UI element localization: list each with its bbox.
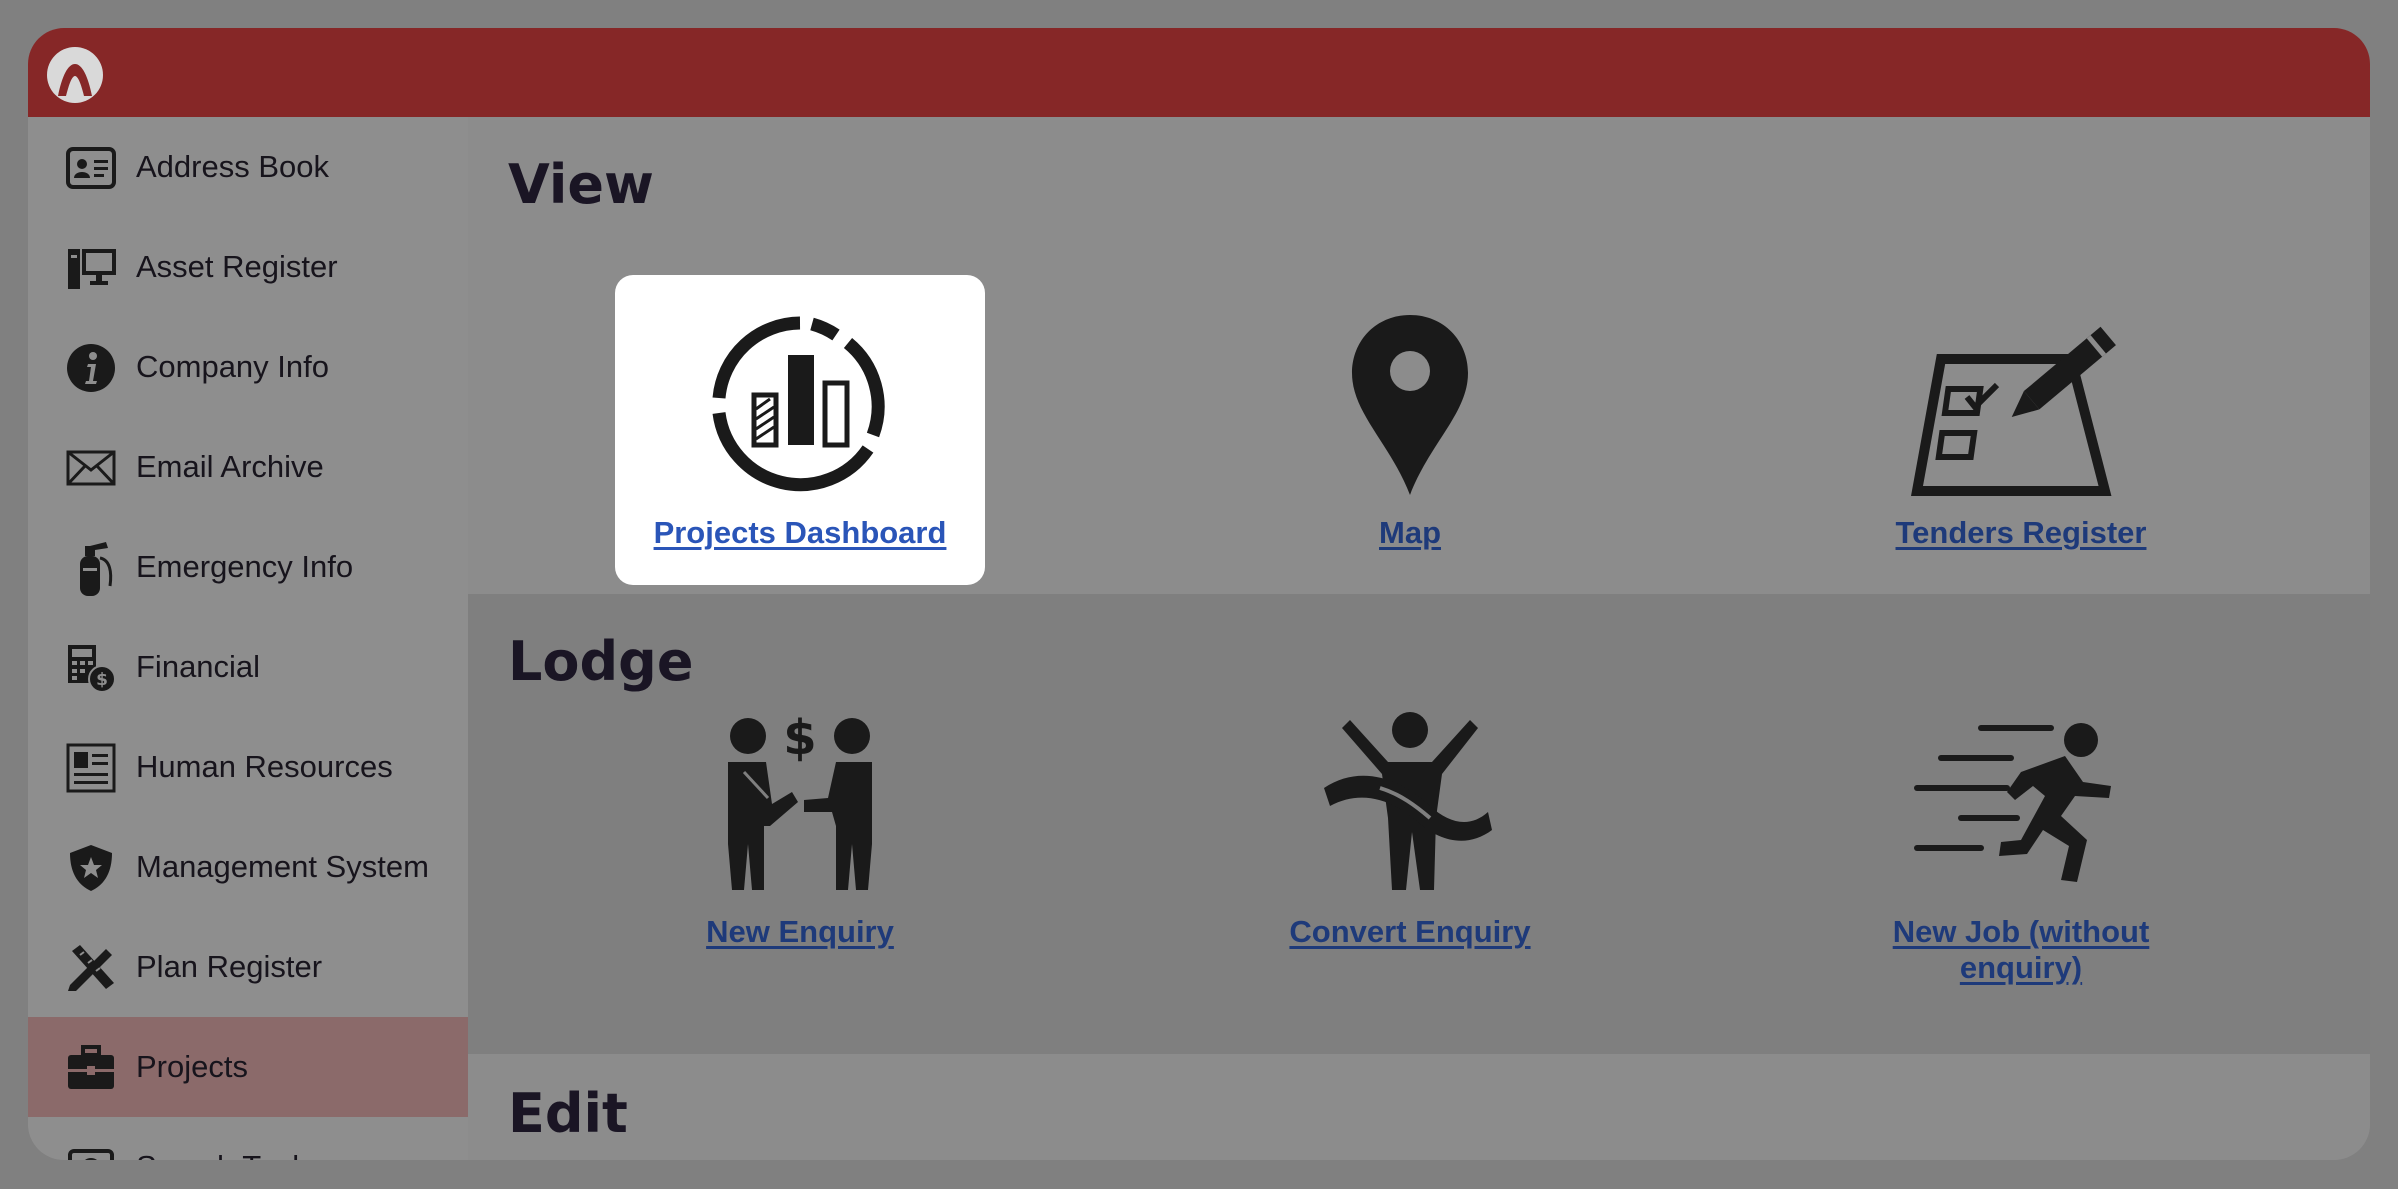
app-logo-icon[interactable] [46,46,104,104]
main-content: View Projects Dashboard Map Tenders Regi… [468,117,2370,1160]
sidebar-item-address-book[interactable]: Address Book [28,117,468,217]
new-enquiry-link[interactable]: New Enquiry [615,914,985,950]
dashboard-chart-icon [712,316,885,492]
sidebar-item-label: Asset Register [136,249,338,284]
calculator-dollar-icon: $ [66,643,116,693]
section-title-edit: Edit [508,1082,628,1145]
fire-extinguisher-icon [66,542,116,596]
sidebar-item-asset-register[interactable]: Asset Register [28,217,468,317]
sidebar-item-label: Financial [136,649,261,684]
top-bar [28,28,2370,117]
sidebar-item-label: Search Tools [136,1117,315,1160]
running-person-icon [1914,723,2111,882]
tile-tenders-register[interactable]: Tenders Register [1836,275,2206,585]
new-job-link[interactable]: New Job (without enquiry) [1836,914,2206,986]
tile-convert-enquiry[interactable]: Convert Enquiry [1225,694,1595,1004]
tile-new-job[interactable]: New Job (without enquiry) [1836,694,2206,1004]
address-card-icon [66,143,116,193]
sidebar-item-label: Management System [136,849,429,884]
checklist-pencil-icon [1911,326,2116,496]
sidebar-item-search-tools[interactable]: Search Tools [28,1117,468,1160]
tile-projects-dashboard[interactable]: Projects Dashboard [615,275,985,585]
svg-text:$: $ [96,670,108,690]
sidebar-item-label: Plan Register [136,949,323,984]
envelope-icon [66,443,116,493]
app-window: Address Book Asset Register Company Info… [28,28,2370,1160]
sidebar-item-label: Human Resources [136,749,393,784]
tile-new-enquiry[interactable]: $ New Enquiry [615,694,985,1004]
sidebar-item-management-system[interactable]: Management System [28,817,468,917]
map-pin-icon [1352,315,1468,495]
sidebar-item-human-resources[interactable]: Human Resources [28,717,468,817]
sidebar-item-company-info[interactable]: Company Info [28,317,468,417]
projects-dashboard-link[interactable]: Projects Dashboard [615,515,985,551]
sidebar-nav: Address Book Asset Register Company Info… [28,117,468,1160]
sidebar-item-financial[interactable]: $ Financial [28,617,468,717]
section-title-lodge: Lodge [508,630,694,693]
sidebar-item-label: Address Book [136,149,329,184]
sidebar-item-label: Company Info [136,349,329,384]
map-link[interactable]: Map [1225,515,1595,551]
section-title-view: View [508,153,654,216]
sidebar-item-plan-register[interactable]: Plan Register [28,917,468,1017]
lodge-section: Lodge $ New Enquiry Convert Enquiry New … [468,594,2370,1054]
sidebar-item-email-archive[interactable]: Email Archive [28,417,468,517]
drafting-tools-icon [66,943,116,993]
briefcase-icon [66,1043,116,1093]
handshake-deal-icon: $ [728,714,872,890]
sidebar-item-projects[interactable]: Projects [28,1017,468,1117]
convert-enquiry-link[interactable]: Convert Enquiry [1225,914,1595,950]
finish-line-icon [1324,712,1492,890]
computer-tower-icon [66,243,116,293]
sidebar-item-label: Emergency Info [136,549,354,584]
info-circle-icon [66,343,116,393]
sidebar-item-label: Projects [136,1049,248,1084]
svg-text:$: $ [783,714,816,766]
edit-section: Edit [468,1054,2370,1160]
view-section: View Projects Dashboard Map Tenders Regi… [468,117,2370,594]
sidebar-item-emergency-info[interactable]: Emergency Info [28,517,468,617]
search-tools-icon [66,1143,116,1160]
tenders-register-link[interactable]: Tenders Register [1836,515,2206,551]
shield-star-icon [66,843,116,893]
tile-map[interactable]: Map [1225,275,1595,585]
sidebar-item-label: Email Archive [136,449,324,484]
id-badge-icon [66,743,116,793]
